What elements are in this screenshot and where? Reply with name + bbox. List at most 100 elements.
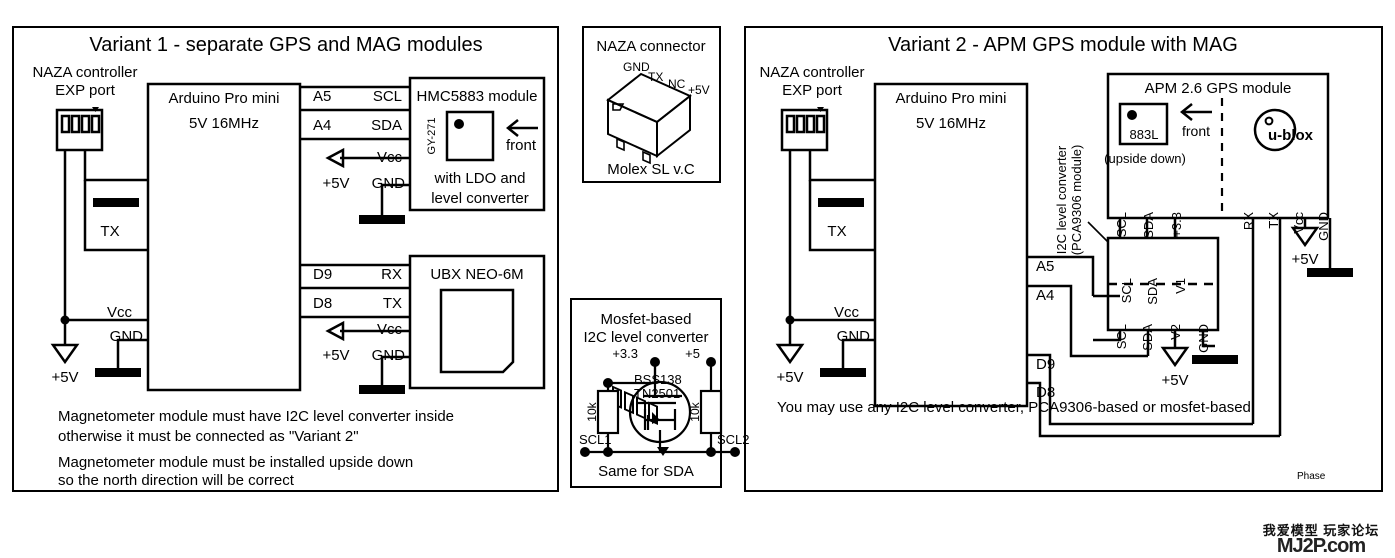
mosfet-title-2: I2C level converter [583,329,708,346]
v1-junction-vcc [60,315,70,325]
v2-gnd-symbol-arduino [820,368,866,377]
v1-gps-pin-rx: RX [381,266,402,283]
watermark-en-text: MJ2P.com [1276,535,1366,557]
v1-note-3: Magnetometer module must be installed up… [58,454,413,471]
v1-gps-pin-vcc: Vcc [377,321,403,338]
v1-mcu-pin-d8: D8 [313,295,332,312]
v1-arduino-title: Arduino Pro mini [169,90,280,107]
site-watermark: 我爱模型 玩家论坛 MJ2P.com [1251,524,1391,556]
v1-mag-power-label: +5V [322,175,349,192]
v2-power-label-naza: +5V [776,369,803,386]
v1-gnd-symbol-gps [359,385,405,394]
v2-ublox-wordmark: u-blox [1268,127,1314,144]
connector-pin-label-5v: +5V [688,83,710,97]
v2-arduino-subtitle: 5V 16MHz [916,115,986,132]
v1-hmc5883-note2: level converter [431,190,529,207]
v2-naza-label-line2: EXP port [782,82,843,99]
v2-apm-pin-sda: SDA [1141,212,1156,239]
v1-note-2: otherwise it must be connected as "Varia… [58,428,359,445]
v1-gps-pin-tx: TX [383,295,402,312]
v2-apm-front-label: front [1182,123,1210,139]
v2-mcu-pin-d9: D9 [1036,356,1055,373]
connector-title: NAZA connector [596,38,705,55]
v1-mcu-pin-d9: D9 [313,266,332,283]
v1-hmc5883-chip-pin1-dot [454,119,464,129]
diagram-canvas: Variant 1 - separate GPS and MAG modules… [0,0,1395,558]
connector-pin-label-nc: NC [668,77,686,91]
v2-converter-bottom-pin-scl: SCL [1114,324,1129,349]
v1-naza-label-line1: NAZA controller [32,64,137,81]
variant1-title: Variant 1 - separate GPS and MAG modules [89,34,482,56]
v2-converter-power-label: +5V [1161,372,1188,389]
v2-apm-mag-chip-pin1-dot [1127,110,1137,120]
connector-pin-label-tx: TX [648,70,663,84]
v1-note-1: Magnetometer module must have I2C level … [58,408,454,425]
v2-arduino-title: Arduino Pro mini [896,90,1007,107]
v2-mcu-pin-a4: A4 [1036,287,1054,304]
v1-ubx-title: UBX NEO-6M [430,266,523,283]
v1-gps-pin-gnd: GND [372,347,406,364]
v2-arduino-pin-gnd: GND [837,328,871,345]
v1-hmc5883-title: HMC5883 module [417,88,538,105]
mosfet-node-5v [706,357,716,367]
v1-gnd-symbol-arduino [95,368,141,377]
v1-mag-pin-gnd: GND [372,175,406,192]
mosfet-resistor-left-label: 10k [585,401,599,421]
v1-arduino-subtitle: 5V 16MHz [189,115,259,132]
v2-apm-upside-down-label: (upside down) [1104,151,1186,166]
connector-subtitle: Molex SL v.C [607,161,695,178]
v1-hmc5883-note1: with LDO and [434,170,526,187]
v2-converter-top-pin-v1: V1 [1173,278,1188,294]
v2-gnd-symbol-apm [1307,268,1353,277]
v2-converter-top-pin-scl: SCL [1119,278,1134,303]
v1-naza-label-line2: EXP port [55,82,116,99]
v2-mcu-pin-a5: A5 [1036,258,1054,275]
v1-gps-power-label: +5V [322,347,349,364]
v1-arduino-pin-tx: TX [100,223,119,240]
mosfet-rail-5v-label: +5 [685,346,700,361]
v2-arduino-pin-tx: TX [827,223,846,240]
v2-gnd-symbol-converter [1192,355,1238,364]
v2-naza-label-line1: NAZA controller [759,64,864,81]
mosfet-title-1: Mosfet-based [601,311,692,328]
v1-mag-pin-scl: SCL [373,88,402,105]
schematic-root: Variant 1 - separate GPS and MAG modules… [0,0,1395,558]
mosfet-footer: Same for SDA [598,463,694,480]
mosfet-scl1-label: SCL1 [579,432,612,447]
mosfet-rail-3v3-label: +3.3 [612,346,638,361]
v1-mag-pin-sda: SDA [371,117,402,134]
mosfet-terminal-scl1 [580,447,590,457]
v2-apm-pin-scl: SCL [1114,212,1129,237]
mosfet-node-right-pullup [706,447,716,457]
v2-apm-power-label: +5V [1291,251,1318,268]
v1-note-4: so the north direction will be correct [58,472,295,489]
v1-gnd-symbol-tx [93,198,139,207]
v2-gnd-symbol-tx [818,198,864,207]
v1-power-label-naza: +5V [51,369,78,386]
mosfet-terminal-scl2 [730,447,740,457]
v2-junction-vcc [785,315,795,325]
v1-arduino-pin-vcc: Vcc [107,304,133,321]
v1-arduino-pin-gnd: GND [110,328,144,345]
mosfet-part-label-2: TN2501 [634,386,680,401]
v1-hmc5883-chip-label: GY-271 [426,118,438,155]
v2-apm-mag-chip-label: 883L [1130,127,1159,142]
v1-mcu-pin-a4: A4 [313,117,331,134]
v2-note: You may use any I2C level converter, PCA… [777,399,1251,416]
v2-arduino-pin-vcc: Vcc [834,304,860,321]
variant2-title: Variant 2 - APM GPS module with MAG [888,34,1238,56]
mosfet-node-gate [603,378,613,388]
mosfet-part-label-1: BSS138 [634,372,682,387]
mosfet-node-3v3 [650,357,660,367]
v2-converter-caption-1: I2C level converter [1054,145,1069,254]
v2-apm-pin-3v3: +3.3 [1169,212,1184,238]
mosfet-resistor-right-label: 10k [688,401,702,421]
mosfet-node-left-pullup [603,447,613,457]
v2-converter-caption-2: (PCA9306 module) [1069,145,1084,256]
v1-hmc5883-front-label: front [506,137,537,154]
v2-converter-top-pin-sda: SDA [1145,278,1160,305]
v1-gnd-symbol-mag [359,215,405,224]
connector-pin-label-gnd: GND [623,60,650,74]
v2-apm-title: APM 2.6 GPS module [1145,80,1292,97]
v1-mcu-pin-a5: A5 [313,88,331,105]
